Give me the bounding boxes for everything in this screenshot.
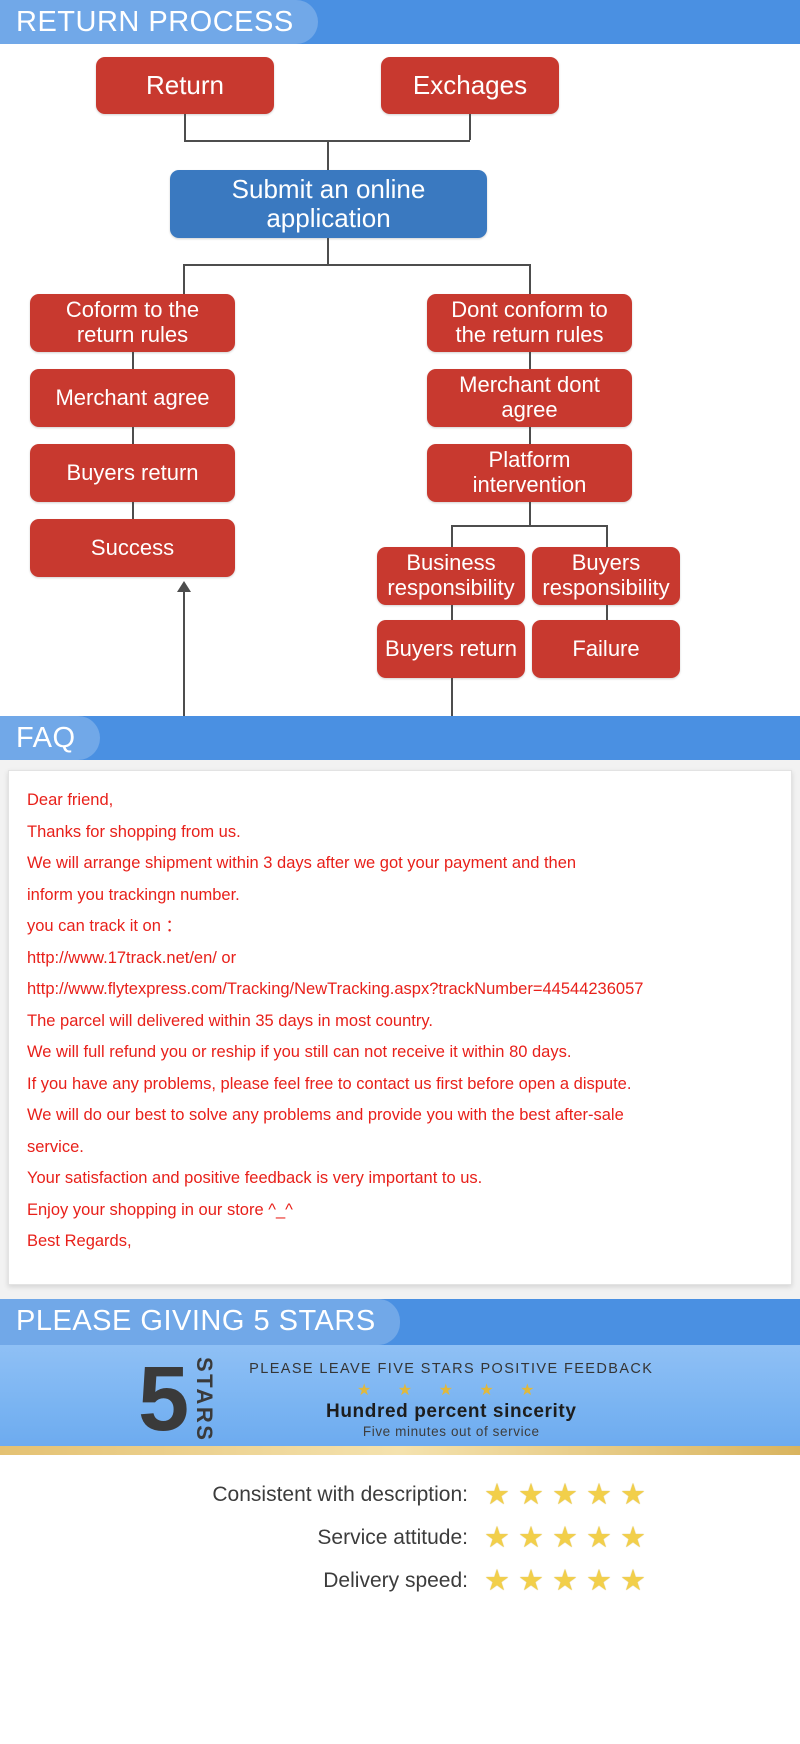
five-stars-banner: 5 STARS PLEASE LEAVE FIVE STARS POSITIVE… [0, 1344, 800, 1455]
connector-platform-split-left [451, 525, 453, 547]
section-header-faq: FAQ [0, 716, 800, 760]
banner-big-number: 5 [138, 1347, 190, 1450]
connector-merchant-dont-to-platform [529, 427, 531, 444]
rating-row-consistent-with-description: Consistent with description: ★ ★ ★ ★ ★ [0, 1480, 800, 1510]
star-icon[interactable]: ★ [620, 1480, 646, 1510]
rating-label: Service attitude: [317, 1526, 468, 1549]
ratings-section: Consistent with description: ★ ★ ★ ★ ★ S… [0, 1454, 800, 1626]
star-icon[interactable]: ★ [620, 1523, 646, 1553]
flow-node-business-responsibility: Business responsibility [377, 547, 525, 605]
flow-node-merchant-agree: Merchant agree [30, 369, 235, 427]
faq-line: Enjoy your shopping in our store ^_^ [27, 1200, 293, 1219]
section-tab-faq: FAQ [0, 716, 100, 760]
rating-row-delivery-speed: Delivery speed: ★ ★ ★ ★ ★ [0, 1566, 800, 1596]
section-header-return-process: RETURN PROCESS [0, 0, 800, 44]
connector-split-left [183, 264, 185, 294]
faq-line: inform you trackingn number. [27, 885, 240, 904]
section-tab-five-stars: PLEASE GIVING 5 STARS [0, 1298, 400, 1345]
page-root: RETURN PROCESS Return Exchages Submit an… [0, 0, 800, 1626]
connector-loop-up [183, 591, 185, 721]
rating-label: Consistent with description: [212, 1483, 468, 1506]
flow-node-buyers-responsibility: Buyers responsibility [532, 547, 680, 605]
flow-node-buyers-return-left: Buyers return [30, 444, 235, 502]
connector-to-submit [327, 140, 329, 170]
banner-subtagline: Five minutes out of service [362, 1423, 540, 1439]
star-icon[interactable]: ★ [484, 1480, 510, 1510]
star-icon[interactable]: ★ [586, 1566, 612, 1596]
flow-node-buyers-return-right: Buyers return [377, 620, 525, 678]
section-title-return-process: RETURN PROCESS [16, 5, 294, 38]
banner-text-block: PLEASE LEAVE FIVE STARS POSITIVE FEEDBAC… [249, 1361, 653, 1439]
banner-tagline: Hundred percent sincerity [326, 1400, 577, 1422]
star-icon[interactable]: ★ [518, 1566, 544, 1596]
banner-vertical-stars-word: STARS [192, 1356, 218, 1443]
star-icon[interactable]: ★ [518, 1480, 544, 1510]
star-icon[interactable]: ★ [552, 1523, 578, 1553]
flow-node-dont-conform-rules: Dont conform to the return rules [427, 294, 632, 352]
connector-return-down [184, 114, 186, 140]
flow-node-submit-application: Submit an online application [170, 170, 487, 238]
faq-line: Your satisfaction and positive feedback … [27, 1169, 483, 1187]
connector-submit-down [327, 238, 329, 264]
section-header-five-stars: PLEASE GIVING 5 STARS [0, 1298, 800, 1345]
rating-stars-group[interactable]: ★ ★ ★ ★ ★ [484, 1480, 646, 1510]
faq-line: We will full refund you or reship if you… [27, 1043, 572, 1061]
rating-label: Delivery speed: [323, 1569, 468, 1592]
faq-line: you can track it on ： [27, 917, 182, 935]
connector-business-to-buyers-return [451, 605, 453, 620]
rating-row-service-attitude: Service attitude: ★ ★ ★ ★ ★ [0, 1523, 800, 1553]
star-icon[interactable]: ★ [586, 1523, 612, 1553]
connector-loop-arrowhead [177, 581, 191, 592]
star-icon[interactable]: ★ [484, 1523, 510, 1553]
banner-headline: PLEASE LEAVE FIVE STARS POSITIVE FEEDBAC… [249, 1360, 654, 1377]
faq-line: The parcel will delivered within 35 days… [27, 1011, 433, 1030]
connector-split-horizontal [183, 264, 530, 266]
star-icon[interactable]: ★ [518, 1523, 544, 1553]
connector-platform-split-right [606, 525, 608, 547]
star-icon[interactable]: ★ [552, 1566, 578, 1596]
flow-node-platform-intervention: Platform intervention [427, 444, 632, 502]
faq-tracking-link-flytexpress[interactable]: http://www.flytexpress.com/Tracking/NewT… [27, 974, 773, 1006]
banner-star-row-icon: ★ ★ ★ ★ ★ [357, 1381, 546, 1399]
flow-node-exchages: Exchages [381, 57, 559, 114]
faq-line: Thanks for shopping from us. [27, 822, 241, 841]
faq-section: Dear friend, Thanks for shopping from us… [0, 760, 800, 1299]
section-tab-return-process: RETURN PROCESS [0, 0, 318, 44]
section-title-five-stars: PLEASE GIVING 5 STARS [16, 1305, 376, 1337]
star-icon[interactable]: ★ [586, 1480, 612, 1510]
rating-stars-group[interactable]: ★ ★ ★ ★ ★ [484, 1566, 646, 1596]
star-icon[interactable]: ★ [484, 1566, 510, 1596]
faq-line: service. [27, 1137, 84, 1156]
connector-conform-to-merchant-agree [132, 352, 134, 369]
faq-card: Dear friend, Thanks for shopping from us… [8, 770, 792, 1285]
connector-merchant-agree-to-buyers-return [132, 427, 134, 444]
connector-buyers-resp-to-failure [606, 605, 608, 620]
return-process-flowchart: Return Exchages Submit an online applica… [0, 44, 800, 722]
connector-platform-split-horizontal [451, 525, 607, 527]
connector-split-right [529, 264, 531, 294]
section-title-faq: FAQ [16, 721, 76, 754]
star-icon[interactable]: ★ [620, 1566, 646, 1596]
flow-node-conform-rules: Coform to the return rules [30, 294, 235, 352]
faq-line: Dear friend, [27, 791, 114, 809]
faq-line: If you have any problems, please feel fr… [27, 1074, 632, 1093]
connector-loop-down [451, 678, 453, 720]
rating-stars-group[interactable]: ★ ★ ★ ★ ★ [484, 1523, 646, 1553]
connector-dont-conform-to-merchant-dont [529, 352, 531, 369]
faq-line: We will do our best to solve any problem… [27, 1106, 624, 1124]
faq-tracking-link-17track[interactable]: http://www.17track.net/en/ or [27, 943, 773, 975]
faq-line: We will arrange shipment within 3 days a… [27, 854, 577, 872]
connector-exchages-down [469, 114, 471, 140]
flow-node-failure: Failure [532, 620, 680, 678]
connector-platform-down [529, 502, 531, 525]
flow-node-success: Success [30, 519, 235, 577]
star-icon[interactable]: ★ [552, 1480, 578, 1510]
flow-node-merchant-dont-agree: Merchant dont agree [427, 369, 632, 427]
flow-node-return: Return [96, 57, 274, 114]
connector-buyers-return-to-success [132, 502, 134, 519]
faq-line: Best Regards, [27, 1232, 132, 1250]
